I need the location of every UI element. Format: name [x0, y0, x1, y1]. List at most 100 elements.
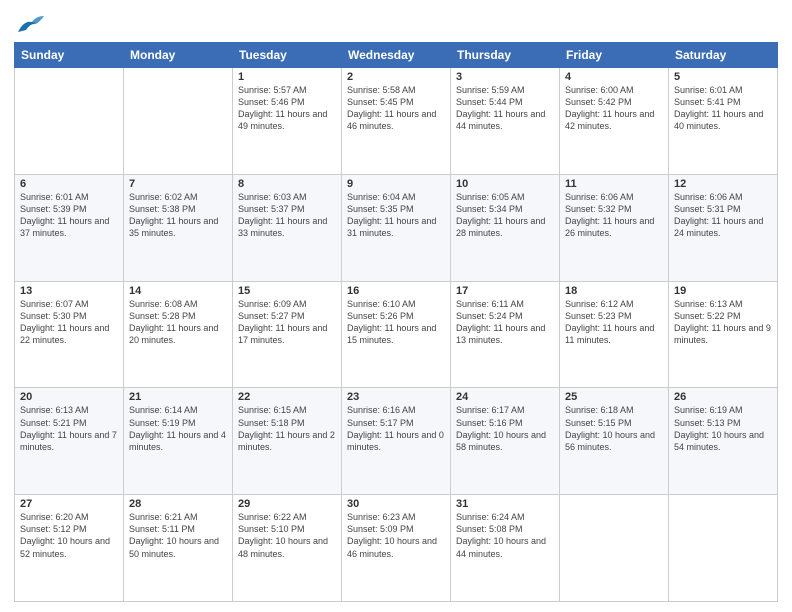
calendar-cell: 31Sunrise: 6:24 AM Sunset: 5:08 PM Dayli… — [451, 495, 560, 602]
calendar-cell: 13Sunrise: 6:07 AM Sunset: 5:30 PM Dayli… — [15, 281, 124, 388]
calendar-cell: 4Sunrise: 6:00 AM Sunset: 5:42 PM Daylig… — [560, 68, 669, 175]
calendar-cell: 28Sunrise: 6:21 AM Sunset: 5:11 PM Dayli… — [124, 495, 233, 602]
weekday-header-friday: Friday — [560, 43, 669, 68]
calendar-cell: 6Sunrise: 6:01 AM Sunset: 5:39 PM Daylig… — [15, 174, 124, 281]
calendar-week-5: 27Sunrise: 6:20 AM Sunset: 5:12 PM Dayli… — [15, 495, 778, 602]
day-number: 29 — [238, 498, 336, 510]
day-number: 3 — [456, 71, 554, 83]
day-number: 17 — [456, 285, 554, 297]
day-info: Sunrise: 6:21 AM Sunset: 5:11 PM Dayligh… — [129, 511, 227, 560]
calendar-cell: 20Sunrise: 6:13 AM Sunset: 5:21 PM Dayli… — [15, 388, 124, 495]
day-info: Sunrise: 6:14 AM Sunset: 5:19 PM Dayligh… — [129, 404, 227, 453]
calendar-cell: 17Sunrise: 6:11 AM Sunset: 5:24 PM Dayli… — [451, 281, 560, 388]
day-number: 16 — [347, 285, 445, 297]
day-info: Sunrise: 5:58 AM Sunset: 5:45 PM Dayligh… — [347, 84, 445, 133]
day-number: 24 — [456, 391, 554, 403]
calendar: SundayMondayTuesdayWednesdayThursdayFrid… — [14, 42, 778, 602]
day-info: Sunrise: 6:07 AM Sunset: 5:30 PM Dayligh… — [20, 298, 118, 347]
weekday-header-tuesday: Tuesday — [233, 43, 342, 68]
day-number: 10 — [456, 178, 554, 190]
day-info: Sunrise: 6:22 AM Sunset: 5:10 PM Dayligh… — [238, 511, 336, 560]
calendar-cell: 10Sunrise: 6:05 AM Sunset: 5:34 PM Dayli… — [451, 174, 560, 281]
day-info: Sunrise: 6:13 AM Sunset: 5:22 PM Dayligh… — [674, 298, 772, 347]
day-number: 5 — [674, 71, 772, 83]
day-number: 20 — [20, 391, 118, 403]
day-info: Sunrise: 6:13 AM Sunset: 5:21 PM Dayligh… — [20, 404, 118, 453]
calendar-week-1: 1Sunrise: 5:57 AM Sunset: 5:46 PM Daylig… — [15, 68, 778, 175]
day-info: Sunrise: 6:01 AM Sunset: 5:39 PM Dayligh… — [20, 191, 118, 240]
day-info: Sunrise: 6:02 AM Sunset: 5:38 PM Dayligh… — [129, 191, 227, 240]
weekday-header-row: SundayMondayTuesdayWednesdayThursdayFrid… — [15, 43, 778, 68]
logo-bird-icon — [16, 14, 44, 36]
day-number: 4 — [565, 71, 663, 83]
calendar-cell: 21Sunrise: 6:14 AM Sunset: 5:19 PM Dayli… — [124, 388, 233, 495]
calendar-cell: 5Sunrise: 6:01 AM Sunset: 5:41 PM Daylig… — [669, 68, 778, 175]
day-info: Sunrise: 5:59 AM Sunset: 5:44 PM Dayligh… — [456, 84, 554, 133]
weekday-header-monday: Monday — [124, 43, 233, 68]
day-number: 15 — [238, 285, 336, 297]
day-info: Sunrise: 6:10 AM Sunset: 5:26 PM Dayligh… — [347, 298, 445, 347]
day-info: Sunrise: 6:08 AM Sunset: 5:28 PM Dayligh… — [129, 298, 227, 347]
calendar-cell: 26Sunrise: 6:19 AM Sunset: 5:13 PM Dayli… — [669, 388, 778, 495]
calendar-cell: 29Sunrise: 6:22 AM Sunset: 5:10 PM Dayli… — [233, 495, 342, 602]
calendar-cell — [124, 68, 233, 175]
logo — [14, 14, 44, 36]
day-number: 11 — [565, 178, 663, 190]
calendar-cell: 9Sunrise: 6:04 AM Sunset: 5:35 PM Daylig… — [342, 174, 451, 281]
day-number: 30 — [347, 498, 445, 510]
weekday-header-wednesday: Wednesday — [342, 43, 451, 68]
day-info: Sunrise: 6:15 AM Sunset: 5:18 PM Dayligh… — [238, 404, 336, 453]
calendar-cell: 3Sunrise: 5:59 AM Sunset: 5:44 PM Daylig… — [451, 68, 560, 175]
day-number: 8 — [238, 178, 336, 190]
calendar-cell: 23Sunrise: 6:16 AM Sunset: 5:17 PM Dayli… — [342, 388, 451, 495]
calendar-body: 1Sunrise: 5:57 AM Sunset: 5:46 PM Daylig… — [15, 68, 778, 602]
day-info: Sunrise: 6:06 AM Sunset: 5:32 PM Dayligh… — [565, 191, 663, 240]
calendar-week-2: 6Sunrise: 6:01 AM Sunset: 5:39 PM Daylig… — [15, 174, 778, 281]
weekday-header-thursday: Thursday — [451, 43, 560, 68]
day-number: 19 — [674, 285, 772, 297]
calendar-cell: 30Sunrise: 6:23 AM Sunset: 5:09 PM Dayli… — [342, 495, 451, 602]
calendar-cell: 24Sunrise: 6:17 AM Sunset: 5:16 PM Dayli… — [451, 388, 560, 495]
day-info: Sunrise: 6:03 AM Sunset: 5:37 PM Dayligh… — [238, 191, 336, 240]
calendar-cell — [560, 495, 669, 602]
calendar-cell: 14Sunrise: 6:08 AM Sunset: 5:28 PM Dayli… — [124, 281, 233, 388]
day-info: Sunrise: 6:11 AM Sunset: 5:24 PM Dayligh… — [456, 298, 554, 347]
day-number: 21 — [129, 391, 227, 403]
calendar-cell: 19Sunrise: 6:13 AM Sunset: 5:22 PM Dayli… — [669, 281, 778, 388]
weekday-header-sunday: Sunday — [15, 43, 124, 68]
day-info: Sunrise: 6:06 AM Sunset: 5:31 PM Dayligh… — [674, 191, 772, 240]
header — [14, 10, 778, 36]
day-info: Sunrise: 6:24 AM Sunset: 5:08 PM Dayligh… — [456, 511, 554, 560]
day-info: Sunrise: 6:12 AM Sunset: 5:23 PM Dayligh… — [565, 298, 663, 347]
day-info: Sunrise: 6:05 AM Sunset: 5:34 PM Dayligh… — [456, 191, 554, 240]
calendar-cell — [669, 495, 778, 602]
page: SundayMondayTuesdayWednesdayThursdayFrid… — [0, 0, 792, 612]
calendar-cell: 22Sunrise: 6:15 AM Sunset: 5:18 PM Dayli… — [233, 388, 342, 495]
calendar-cell: 25Sunrise: 6:18 AM Sunset: 5:15 PM Dayli… — [560, 388, 669, 495]
day-number: 27 — [20, 498, 118, 510]
day-info: Sunrise: 6:19 AM Sunset: 5:13 PM Dayligh… — [674, 404, 772, 453]
calendar-cell: 1Sunrise: 5:57 AM Sunset: 5:46 PM Daylig… — [233, 68, 342, 175]
day-info: Sunrise: 5:57 AM Sunset: 5:46 PM Dayligh… — [238, 84, 336, 133]
calendar-cell: 8Sunrise: 6:03 AM Sunset: 5:37 PM Daylig… — [233, 174, 342, 281]
day-number: 12 — [674, 178, 772, 190]
calendar-cell: 16Sunrise: 6:10 AM Sunset: 5:26 PM Dayli… — [342, 281, 451, 388]
calendar-cell — [15, 68, 124, 175]
weekday-header-saturday: Saturday — [669, 43, 778, 68]
day-number: 25 — [565, 391, 663, 403]
calendar-cell: 7Sunrise: 6:02 AM Sunset: 5:38 PM Daylig… — [124, 174, 233, 281]
day-info: Sunrise: 6:01 AM Sunset: 5:41 PM Dayligh… — [674, 84, 772, 133]
calendar-cell: 11Sunrise: 6:06 AM Sunset: 5:32 PM Dayli… — [560, 174, 669, 281]
calendar-cell: 15Sunrise: 6:09 AM Sunset: 5:27 PM Dayli… — [233, 281, 342, 388]
day-number: 9 — [347, 178, 445, 190]
calendar-cell: 18Sunrise: 6:12 AM Sunset: 5:23 PM Dayli… — [560, 281, 669, 388]
day-number: 26 — [674, 391, 772, 403]
day-number: 28 — [129, 498, 227, 510]
day-info: Sunrise: 6:09 AM Sunset: 5:27 PM Dayligh… — [238, 298, 336, 347]
day-number: 18 — [565, 285, 663, 297]
day-number: 23 — [347, 391, 445, 403]
day-info: Sunrise: 6:00 AM Sunset: 5:42 PM Dayligh… — [565, 84, 663, 133]
day-info: Sunrise: 6:18 AM Sunset: 5:15 PM Dayligh… — [565, 404, 663, 453]
calendar-cell: 2Sunrise: 5:58 AM Sunset: 5:45 PM Daylig… — [342, 68, 451, 175]
day-number: 1 — [238, 71, 336, 83]
